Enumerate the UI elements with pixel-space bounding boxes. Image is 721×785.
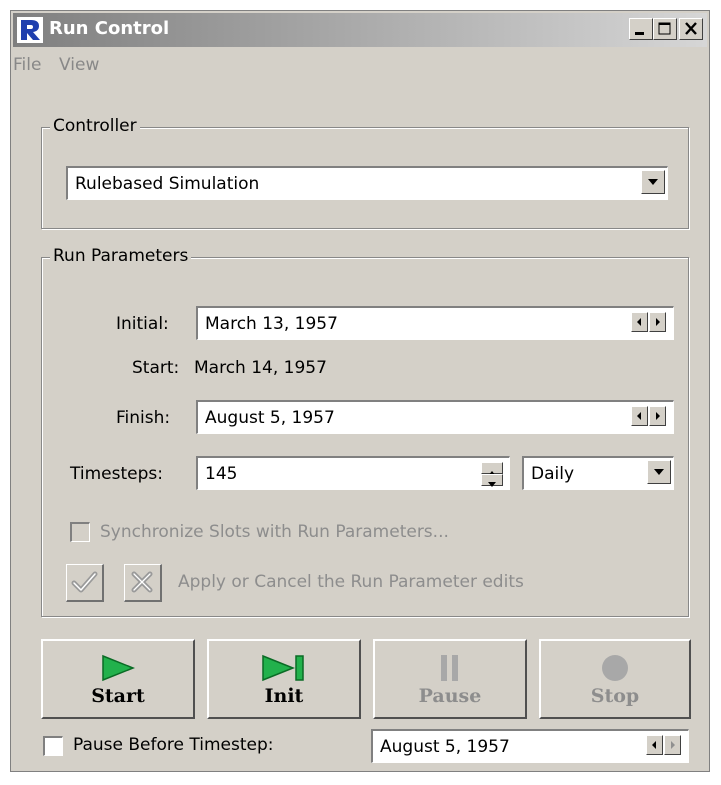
pause-before-next-button[interactable] [664, 735, 681, 755]
pause-before-timestep-label: Pause Before Timestep: [73, 735, 274, 755]
controller-group-label: Controller [50, 116, 140, 136]
pause-button[interactable]: Pause [373, 639, 527, 719]
menu-bar: File View [13, 51, 707, 77]
arrow-right-icon [656, 318, 660, 326]
pause-before-timestep-checkbox[interactable] [43, 736, 63, 756]
window-title: Run Control [49, 18, 170, 39]
finish-date-arrows [631, 406, 667, 426]
start-button[interactable]: Start [41, 639, 195, 719]
play-icon [102, 654, 135, 682]
finish-prev-button[interactable] [631, 406, 648, 426]
arrow-left-icon [637, 412, 641, 420]
chevron-down-icon [648, 179, 658, 185]
menu-view[interactable]: View [59, 55, 99, 75]
arrow-right-icon [671, 741, 675, 749]
stop-button-label: Stop [590, 685, 640, 707]
pause-icon [441, 655, 458, 681]
initial-date-arrows [631, 312, 667, 332]
timestep-unit-dropdown-button[interactable] [647, 460, 671, 484]
controller-dropdown-button[interactable] [641, 170, 665, 194]
pause-button-label: Pause [418, 685, 482, 707]
chevron-down-icon [488, 482, 496, 487]
app-logo-icon [17, 17, 43, 43]
title-bar[interactable]: Run Control [13, 13, 707, 47]
timesteps-spinner[interactable]: 145 [196, 456, 510, 490]
finish-next-button[interactable] [649, 406, 666, 426]
initial-label: Initial: [116, 314, 169, 334]
controller-group: Controller Rulebased Simulation [41, 116, 689, 229]
pause-before-prev-button[interactable] [646, 735, 663, 755]
run-parameters-group-label: Run Parameters [50, 246, 192, 266]
start-button-label: Start [91, 685, 145, 707]
timesteps-increment-button[interactable] [481, 462, 503, 476]
init-button[interactable]: Init [207, 639, 361, 719]
arrow-right-icon [656, 412, 660, 420]
pause-before-date-field[interactable]: August 5, 1957 [371, 729, 689, 763]
pause-before-date-arrows [646, 735, 682, 755]
menu-file[interactable]: File [13, 55, 41, 75]
timesteps-label: Timesteps: [70, 464, 163, 484]
chevron-down-icon [654, 469, 664, 475]
finish-date-field[interactable]: August 5, 1957 [196, 400, 674, 434]
step-forward-icon [262, 654, 304, 682]
apply-cancel-label: Apply or Cancel the Run Parameter edits [178, 572, 524, 592]
arrow-left-icon [637, 318, 641, 326]
maximize-icon [658, 22, 671, 35]
start-label: Start: [132, 358, 180, 378]
apply-edits-button[interactable] [66, 564, 104, 602]
start-date-value: March 14, 1957 [194, 358, 327, 378]
controller-select[interactable]: Rulebased Simulation [66, 166, 668, 200]
cancel-edits-button[interactable] [124, 564, 162, 602]
stop-button[interactable]: Stop [539, 639, 691, 719]
maximize-button[interactable] [653, 18, 677, 40]
minimize-button[interactable] [629, 18, 653, 40]
finish-label: Finish: [116, 408, 171, 428]
timesteps-value: 145 [205, 464, 238, 484]
sync-slots-label: Synchronize Slots with Run Parameters... [100, 522, 449, 542]
finish-date-value: August 5, 1957 [205, 408, 335, 428]
controller-selected-value: Rulebased Simulation [75, 174, 260, 194]
initial-date-value: March 13, 1957 [205, 314, 338, 334]
init-button-label: Init [264, 685, 304, 707]
initial-prev-button[interactable] [631, 312, 648, 332]
checkmark-icon [71, 571, 98, 593]
close-icon [131, 571, 153, 593]
initial-next-button[interactable] [649, 312, 666, 332]
timestep-unit-value: Daily [531, 464, 575, 484]
close-icon [685, 22, 697, 35]
run-parameters-group: Run Parameters Initial: March 13, 1957 S… [41, 246, 689, 617]
run-control-window: Run Control File View Controller Rulebas… [10, 10, 710, 772]
stop-icon [602, 655, 628, 681]
minimize-icon [635, 32, 644, 35]
initial-date-field[interactable]: March 13, 1957 [196, 306, 674, 340]
timestep-unit-select[interactable]: Daily [522, 456, 674, 490]
timesteps-stepper [481, 462, 503, 487]
timesteps-decrement-button[interactable] [481, 474, 503, 487]
close-button[interactable] [679, 18, 703, 40]
pause-before-date-value: August 5, 1957 [380, 737, 510, 757]
sync-slots-checkbox[interactable] [70, 522, 90, 542]
arrow-left-icon [652, 741, 656, 749]
